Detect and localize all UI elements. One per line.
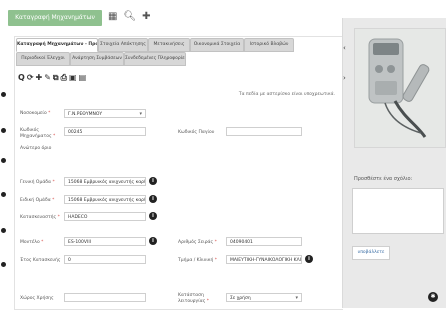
upper-limit-label: Ανώτερο όριο — [20, 146, 52, 151]
search-icon[interactable]: 🔍︎ — [123, 10, 136, 24]
asset-code-label: Κωδικός Παγίου — [178, 130, 215, 135]
tab-periodic[interactable]: Περιοδικοί Έλεγχοι — [16, 52, 70, 66]
plus-icon[interactable]: ✚ — [142, 10, 150, 24]
chevron-right-icon[interactable]: › — [343, 74, 346, 82]
machine-code-input[interactable]: 00245 — [64, 127, 146, 136]
status-select[interactable]: Σε χρήση — [226, 293, 302, 302]
tab-acquisition[interactable]: Στοιχεία Απόκτησης — [98, 38, 148, 52]
asset-code-input[interactable] — [226, 127, 302, 136]
machine-code-label: Κωδικός Μηχανήματος * — [20, 128, 56, 139]
department-input[interactable]: ΜΑΙΕΥΤΙΚΗ-ΓΥΝΑΙΚΟΛΟΓΙΚΗ ΚΛΙΝ — [226, 255, 302, 264]
tab-linked[interactable]: Συνδεδεμένες Πληροφορίες — [124, 52, 186, 66]
model-label: Μοντέλο * — [20, 240, 44, 245]
tab-damages[interactable]: Ιστορικό Βλαβών — [244, 38, 294, 52]
bullet-dot — [1, 262, 6, 267]
year-label: Έτος Κατασκευής — [20, 258, 61, 263]
form-toolbar: Q ⟳ ✚ ✎ ⧉ ⎙ ▣ ▤ — [18, 72, 86, 84]
comment-textarea[interactable] — [352, 188, 444, 234]
info-icon[interactable]: i — [305, 255, 313, 263]
export-icon[interactable]: ▣ — [69, 72, 77, 84]
tab-contracts[interactable]: Ανάρτηση Συμβάσεων — [70, 52, 124, 66]
list-icon[interactable]: ▤ — [79, 72, 87, 84]
chevron-left-icon[interactable]: ‹ — [343, 44, 346, 52]
refresh-icon[interactable]: ⟳ — [27, 72, 34, 84]
info-icon[interactable]: i — [149, 212, 157, 220]
tab-moves[interactable]: Μετακινήσεις — [148, 38, 190, 52]
bullet-dot — [1, 228, 6, 233]
special-group-label: Ειδική Ομάδα * — [20, 198, 55, 203]
manufacturer-input[interactable]: HADECO — [64, 212, 146, 221]
page-title[interactable]: Καταγραφή Μηχανημάτων — [8, 10, 102, 26]
comment-label: Προσθέστε ένα σχόλιο: — [354, 176, 413, 182]
settings-icon[interactable]: ✱ — [428, 292, 438, 302]
manufacturer-label: Κατασκευαστής * — [20, 215, 60, 220]
add-icon[interactable]: ✚ — [36, 72, 43, 84]
search-icon[interactable]: Q — [18, 72, 25, 84]
tab-bar: Καταγραφή Μηχανημάτων - Προβολή Στοιχεία… — [16, 38, 340, 70]
fetal-doppler-image — [355, 29, 445, 147]
usage-area-label: Χώρος Χρήσης — [20, 296, 54, 301]
bullet-dot — [1, 192, 6, 197]
usage-area-input[interactable] — [64, 293, 146, 302]
serial-number-input[interactable]: 04090401 — [226, 237, 302, 246]
status-label: Κατάσταση λειτουργίας * — [178, 293, 210, 304]
department-label: Τμήμα / Κλινική * — [178, 258, 218, 263]
required-fields-note: Τα πεδία με αστερίσκο είναι υποχρεωτικά. — [238, 92, 335, 97]
serial-number-label: Αριθμός Σειράς * — [178, 240, 217, 245]
grid-icon[interactable]: ▦ — [108, 10, 117, 24]
general-group-label: Γενική Ομάδα * — [20, 180, 55, 185]
tab-view[interactable]: Καταγραφή Μηχανημάτων - Προβολή — [16, 38, 98, 52]
info-icon[interactable]: i — [149, 177, 157, 185]
print-icon[interactable]: ⎙ — [61, 72, 67, 84]
tab-financial[interactable]: Οικονομικά Στοιχεία — [190, 38, 244, 52]
general-group-input[interactable]: 15068 Εμβρυικός ανιχνευτής καρδ — [64, 177, 146, 186]
header-actions: ▦ 🔍︎ ✚ — [108, 10, 151, 24]
special-group-input[interactable]: 15068 Εμβρυικός ανιχνευτής καρδ — [64, 195, 146, 204]
bullet-dot — [1, 158, 6, 163]
edit-icon[interactable]: ✎ — [44, 72, 51, 84]
bullet-dot — [1, 92, 6, 97]
hospital-label: Νοσοκομείο * — [20, 111, 51, 116]
model-input[interactable]: ES-100VIII — [64, 237, 146, 246]
info-icon[interactable]: i — [149, 195, 157, 203]
submit-button[interactable]: υποβάλλετε — [352, 246, 390, 260]
device-photo — [354, 28, 446, 148]
info-icon[interactable]: i — [149, 237, 157, 245]
year-input[interactable]: 0 — [64, 255, 146, 264]
hospital-select[interactable]: Γ.Ν.ΡΕΘΥΜΝΟΥ — [64, 109, 146, 118]
bullet-dot — [1, 128, 6, 133]
copy-icon[interactable]: ⧉ — [53, 72, 59, 84]
